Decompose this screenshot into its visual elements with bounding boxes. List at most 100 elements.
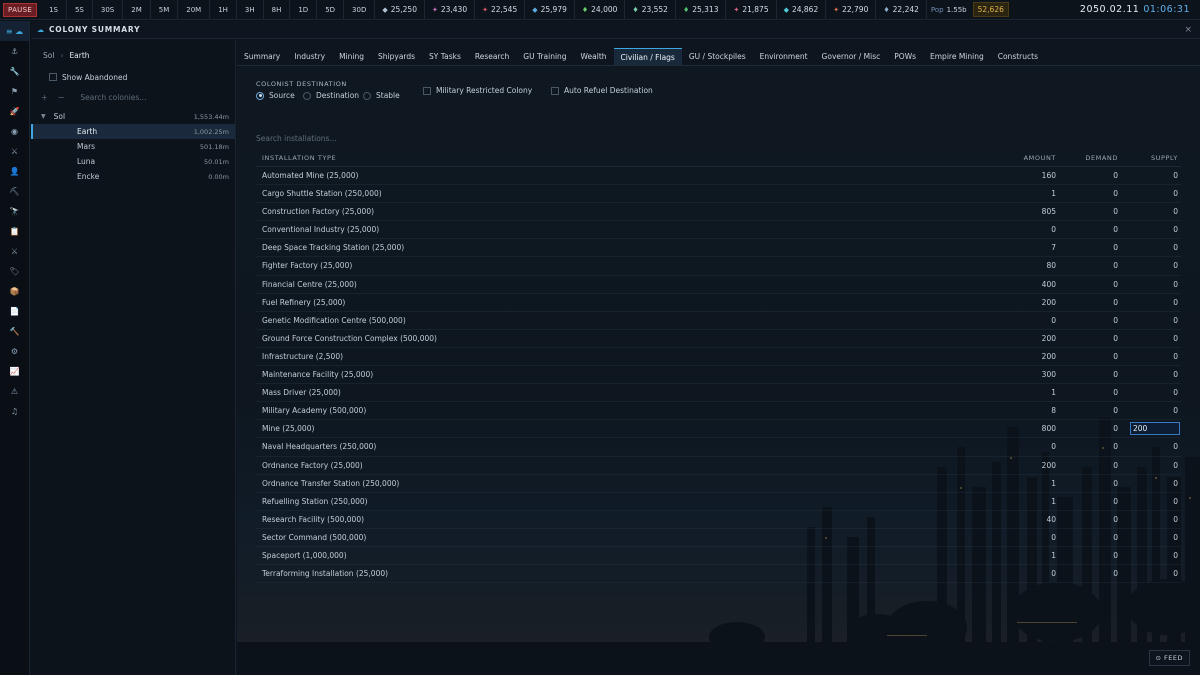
tab-industry[interactable]: Industry [287,48,332,65]
collapse-all-icon[interactable]: − [58,93,65,102]
installation-supply[interactable]: 0 [1173,479,1178,488]
installation-demand[interactable]: 0 [1113,334,1118,343]
installation-search-input[interactable]: Search installations... [256,134,337,143]
person-icon[interactable]: 👤 [0,161,29,181]
installation-demand[interactable]: 0 [1113,497,1118,506]
close-icon[interactable]: × [1184,25,1192,35]
installation-supply[interactable]: 0 [1173,243,1178,252]
header-installation-type[interactable]: INSTALLATION TYPE [262,154,336,162]
show-abandoned-checkbox[interactable] [49,73,57,81]
speed-button-3h[interactable]: 3H [237,0,264,20]
colony-icon[interactable]: ≡ ☁ [0,21,29,41]
colony-search-input[interactable]: Search colonies... [80,93,146,102]
tab-governor-misc[interactable]: Governor / Misc [815,48,888,65]
installation-supply[interactable]: 0 [1173,316,1178,325]
pickaxe-icon[interactable]: ⛏ [0,181,29,201]
hammer-icon[interactable]: 🔨 [0,321,29,341]
installation-demand[interactable]: 0 [1113,461,1118,470]
document-icon[interactable]: 📄 [0,301,29,321]
installation-demand[interactable]: 0 [1113,442,1118,451]
speed-button-30s[interactable]: 30S [93,0,124,20]
speed-button-20m[interactable]: 20M [178,0,211,20]
installation-supply[interactable]: 0 [1173,171,1178,180]
tree-colony-mars[interactable]: Mars 501.18m [31,139,235,154]
stable-radio[interactable] [363,91,371,100]
installation-demand[interactable]: 0 [1113,352,1118,361]
installation-demand[interactable]: 0 [1113,569,1118,578]
installation-supply[interactable]: 0 [1173,207,1178,216]
installation-demand[interactable]: 0 [1113,207,1118,216]
tab-summary[interactable]: Summary [237,48,287,65]
tab-gu-training[interactable]: GU Training [516,48,573,65]
installation-supply[interactable]: 0 [1173,388,1178,397]
anchor-icon[interactable]: ⚓ [0,41,29,61]
tab-shipyards[interactable]: Shipyards [371,48,422,65]
source-radio[interactable] [256,91,264,100]
installation-demand[interactable]: 0 [1113,189,1118,198]
speed-button-5d[interactable]: 5D [317,0,345,20]
breadcrumb-system[interactable]: Sol [43,51,54,60]
installation-supply[interactable]: 0 [1173,533,1178,542]
settings-icon[interactable]: ⚙ [0,341,29,361]
speed-button-1h[interactable]: 1H [210,0,237,20]
installation-demand[interactable]: 0 [1113,424,1118,433]
speed-button-1s[interactable]: 1S [41,0,67,20]
feed-button[interactable]: ⊙ FEED [1148,650,1190,666]
installation-demand[interactable]: 0 [1113,261,1118,270]
installation-supply[interactable]: 0 [1173,298,1178,307]
stable-option[interactable]: Stable [363,91,400,100]
target-icon[interactable]: ◉ [0,121,29,141]
destination-option[interactable]: Destination [303,91,359,100]
auto-refuel-option[interactable]: Auto Refuel Destination [551,86,653,95]
auto-refuel-checkbox[interactable] [551,86,559,95]
header-demand[interactable]: DEMAND [1085,154,1118,162]
installation-demand[interactable]: 0 [1113,316,1118,325]
installation-supply[interactable]: 0 [1173,334,1178,343]
tab-mining[interactable]: Mining [332,48,371,65]
warning-icon[interactable]: ⚠ [0,381,29,401]
swords-icon[interactable]: ⚔ [0,141,29,161]
installation-demand[interactable]: 0 [1113,280,1118,289]
installation-supply[interactable]: 0 [1173,261,1178,270]
show-abandoned-toggle[interactable]: Show Abandoned [31,70,235,84]
installation-demand[interactable]: 0 [1113,551,1118,560]
tab-sy-tasks[interactable]: SY Tasks [422,48,468,65]
tab-empire-mining[interactable]: Empire Mining [923,48,991,65]
installation-demand[interactable]: 0 [1113,479,1118,488]
header-amount[interactable]: AMOUNT [1024,154,1056,162]
installation-supply[interactable]: 0 [1173,225,1178,234]
speed-button-8h[interactable]: 8H [264,0,291,20]
tab-wealth[interactable]: Wealth [574,48,614,65]
destination-radio[interactable] [303,91,311,100]
installation-demand[interactable]: 0 [1113,406,1118,415]
military-restricted-option[interactable]: Military Restricted Colony [423,86,532,95]
installation-supply[interactable]: 0 [1173,569,1178,578]
source-option[interactable]: Source [256,91,295,100]
installation-supply[interactable]: 0 [1173,461,1178,470]
installation-demand[interactable]: 0 [1113,515,1118,524]
telescope-icon[interactable]: 🔭 [0,201,29,221]
tab-civilian-flags[interactable]: Civilian / Flags [613,48,682,65]
tab-environment[interactable]: Environment [753,48,815,65]
tree-colony-earth[interactable]: Earth 1,002.25m [31,124,235,139]
installation-demand[interactable]: 0 [1113,243,1118,252]
installation-supply[interactable]: 0 [1173,189,1178,198]
installation-demand[interactable]: 0 [1113,225,1118,234]
pause-button[interactable]: PAUSE [3,2,38,17]
installation-demand[interactable]: 0 [1113,388,1118,397]
installation-supply[interactable]: 0 [1173,370,1178,379]
installation-supply[interactable]: 0 [1173,442,1178,451]
tree-system-sol[interactable]: ▼ Sol 1,553.44m [31,109,235,124]
tree-colony-encke[interactable]: Encke 0.00m [31,169,235,184]
rocket-icon[interactable]: 🚀 [0,101,29,121]
flag-icon[interactable]: ⚑ [0,81,29,101]
installation-demand[interactable]: 0 [1113,533,1118,542]
crossed-swords-icon[interactable]: ⚔ [0,241,29,261]
expand-all-icon[interactable]: + [41,93,48,102]
installation-supply[interactable]: 0 [1173,280,1178,289]
tag-icon[interactable]: 🏷 [0,261,29,281]
tree-colony-luna[interactable]: Luna 50.01m [31,154,235,169]
installation-supply[interactable]: 0 [1173,497,1178,506]
installation-supply[interactable]: 0 [1173,515,1178,524]
installation-supply[interactable]: 0 [1173,551,1178,560]
